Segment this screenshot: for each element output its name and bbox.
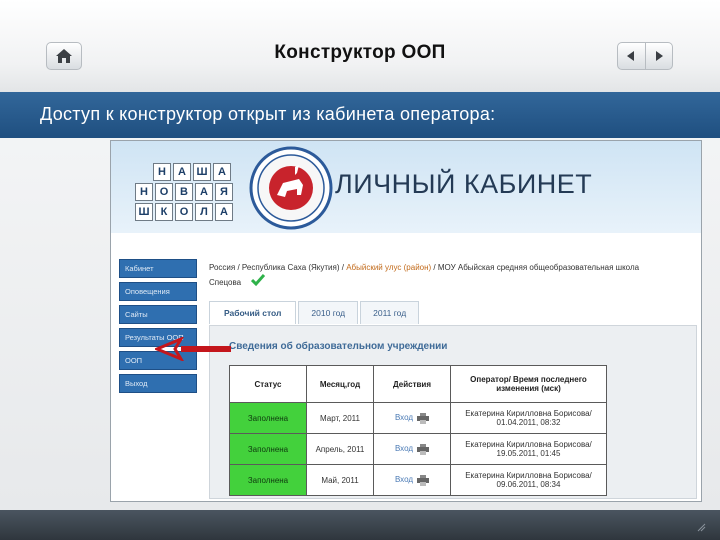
month-cell: Май, 2011: [306, 464, 374, 496]
actions-cell: Вход: [373, 402, 451, 434]
logo-tile: Н: [135, 183, 153, 201]
printer-icon[interactable]: [417, 474, 430, 486]
cabinet-header: НАШАНОВАЯШКОЛА ЛИЧНЫЙ КАБИНЕТ: [111, 141, 701, 233]
logo-tile-row: НАША: [153, 163, 233, 181]
logo-tile: А: [213, 163, 231, 181]
slide: Конструктор ООП Доступ к конструктор отк…: [0, 0, 720, 540]
breadcrumb-link-district[interactable]: Абыйский улус (район): [346, 263, 431, 272]
breadcrumb-prefix: Россия / Республика Саха (Якутия) /: [209, 263, 347, 272]
col-operator: Оператор/ Время последнего изменения (мс…: [450, 365, 607, 403]
logo-tile: А: [195, 183, 213, 201]
col-actions: Действия: [373, 365, 451, 403]
breadcrumb-suffix: / МОУ Абыйская средняя общеобразовательн…: [431, 263, 640, 272]
screenshot-panel: НАШАНОВАЯШКОЛА ЛИЧНЫЙ КАБИНЕТ Кабинет Оп…: [110, 140, 702, 502]
enter-link[interactable]: Вход: [395, 444, 413, 453]
slide-header: Конструктор ООП: [0, 0, 720, 93]
logo-tile-row: ШКОЛА: [135, 203, 233, 221]
logo-tile: Ш: [135, 203, 153, 221]
enter-link[interactable]: Вход: [395, 475, 413, 484]
tab-desktop[interactable]: Рабочий стол: [209, 301, 297, 324]
slide-nav: [617, 42, 673, 70]
yakutia-seal-icon: [249, 146, 333, 230]
table-header-row: Статус Месяц,год Действия Оператор/ Врем…: [229, 365, 607, 403]
logo-tile: О: [175, 203, 193, 221]
logo-tile: В: [175, 183, 193, 201]
table-row: Заполнена Май, 2011 Вход Екатерина Кирил…: [229, 464, 607, 496]
status-cell: Заполнена: [229, 464, 307, 496]
nav-item-notifications[interactable]: Оповещения: [119, 282, 197, 301]
cabinet-title: ЛИЧНЫЙ КАБИНЕТ: [335, 169, 593, 199]
left-nav: Кабинет Оповещения Сайты Результаты ООП …: [119, 259, 197, 397]
table-row: Заполнена Апрель, 2011 Вход Екатерина Ки…: [229, 433, 607, 465]
operator-cell: Екатерина Кирилловна Борисова/ 19.05.201…: [450, 433, 607, 465]
tab-bar: Рабочий стол 2010 год 2011 год: [209, 301, 421, 324]
red-arrow-icon: [155, 337, 231, 361]
logo-tile: О: [155, 183, 173, 201]
user-name: Спецова: [209, 278, 242, 287]
slide-title: Конструктор ООП: [274, 42, 446, 63]
actions-cell: Вход: [373, 464, 451, 496]
tab-2011[interactable]: 2011 год: [360, 301, 420, 324]
nav-item-sites[interactable]: Сайты: [119, 305, 197, 324]
next-slide-button[interactable]: [644, 43, 673, 69]
logo-tile-row: НОВАЯ: [135, 183, 233, 201]
logo-tile: А: [215, 203, 233, 221]
operator-cell: Екатерина Кирилловна Борисова/ 09.06.201…: [450, 464, 607, 496]
logo-tile: Л: [195, 203, 213, 221]
actions-cell: Вход: [373, 433, 451, 465]
logo-tile: А: [173, 163, 191, 181]
printer-icon[interactable]: [417, 412, 430, 424]
checkmark-icon: [251, 274, 265, 287]
status-cell: Заполнена: [229, 433, 307, 465]
enter-link[interactable]: Вход: [395, 413, 413, 422]
nav-item-exit[interactable]: Выход: [119, 374, 197, 393]
nasha-novaya-shkola-logo: НАШАНОВАЯШКОЛА: [135, 163, 233, 223]
operator-cell: Екатерина Кирилловна Борисова/ 01.04.201…: [450, 402, 607, 434]
oop-table: Статус Месяц,год Действия Оператор/ Врем…: [229, 365, 607, 496]
printer-icon[interactable]: [417, 443, 430, 455]
col-month: Месяц,год: [306, 365, 374, 403]
arrow-right-icon: [655, 51, 663, 61]
tab-2010[interactable]: 2010 год: [298, 301, 359, 324]
month-cell: Март, 2011: [306, 402, 374, 434]
col-status: Статус: [229, 365, 307, 403]
table-row: Заполнена Март, 2011 Вход Екатерина Кири…: [229, 402, 607, 434]
logo-tile: Я: [215, 183, 233, 201]
month-cell: Апрель, 2011: [306, 433, 374, 465]
prev-slide-button[interactable]: [618, 43, 645, 69]
resize-corner-icon: [697, 523, 706, 532]
slide-subtitle: Доступ к конструктор открыт из кабинета …: [40, 104, 496, 124]
panel-title: Сведения об образовательном учреждении: [229, 341, 448, 352]
logo-tile: К: [155, 203, 173, 221]
nav-item-cabinet[interactable]: Кабинет: [119, 259, 197, 278]
logo-tile: Ш: [193, 163, 211, 181]
slide-footer: [0, 510, 720, 540]
arrow-left-icon: [627, 51, 635, 61]
logo-tile: Н: [153, 163, 171, 181]
breadcrumb: Россия / Республика Саха (Якутия) / Абый…: [209, 263, 699, 272]
status-cell: Заполнена: [229, 402, 307, 434]
